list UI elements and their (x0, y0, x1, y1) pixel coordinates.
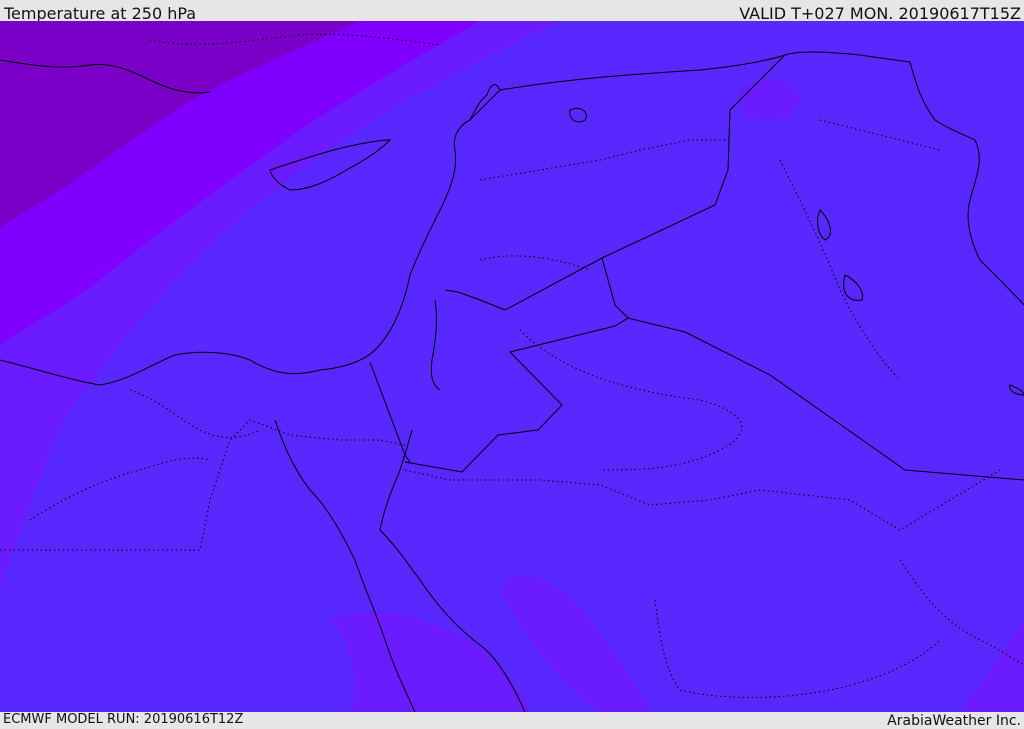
temperature-map (0, 21, 1024, 712)
map-canvas (0, 21, 1024, 712)
credit-label: ArabiaWeather Inc. (887, 713, 1021, 729)
header-bar: Temperature at 250 hPa VALID T+027 MON. … (0, 0, 1024, 23)
model-run-label: ECMWF MODEL RUN: 20190616T12Z (3, 712, 244, 727)
footer-bar: ECMWF MODEL RUN: 20190616T12Z ArabiaWeat… (0, 712, 1024, 729)
